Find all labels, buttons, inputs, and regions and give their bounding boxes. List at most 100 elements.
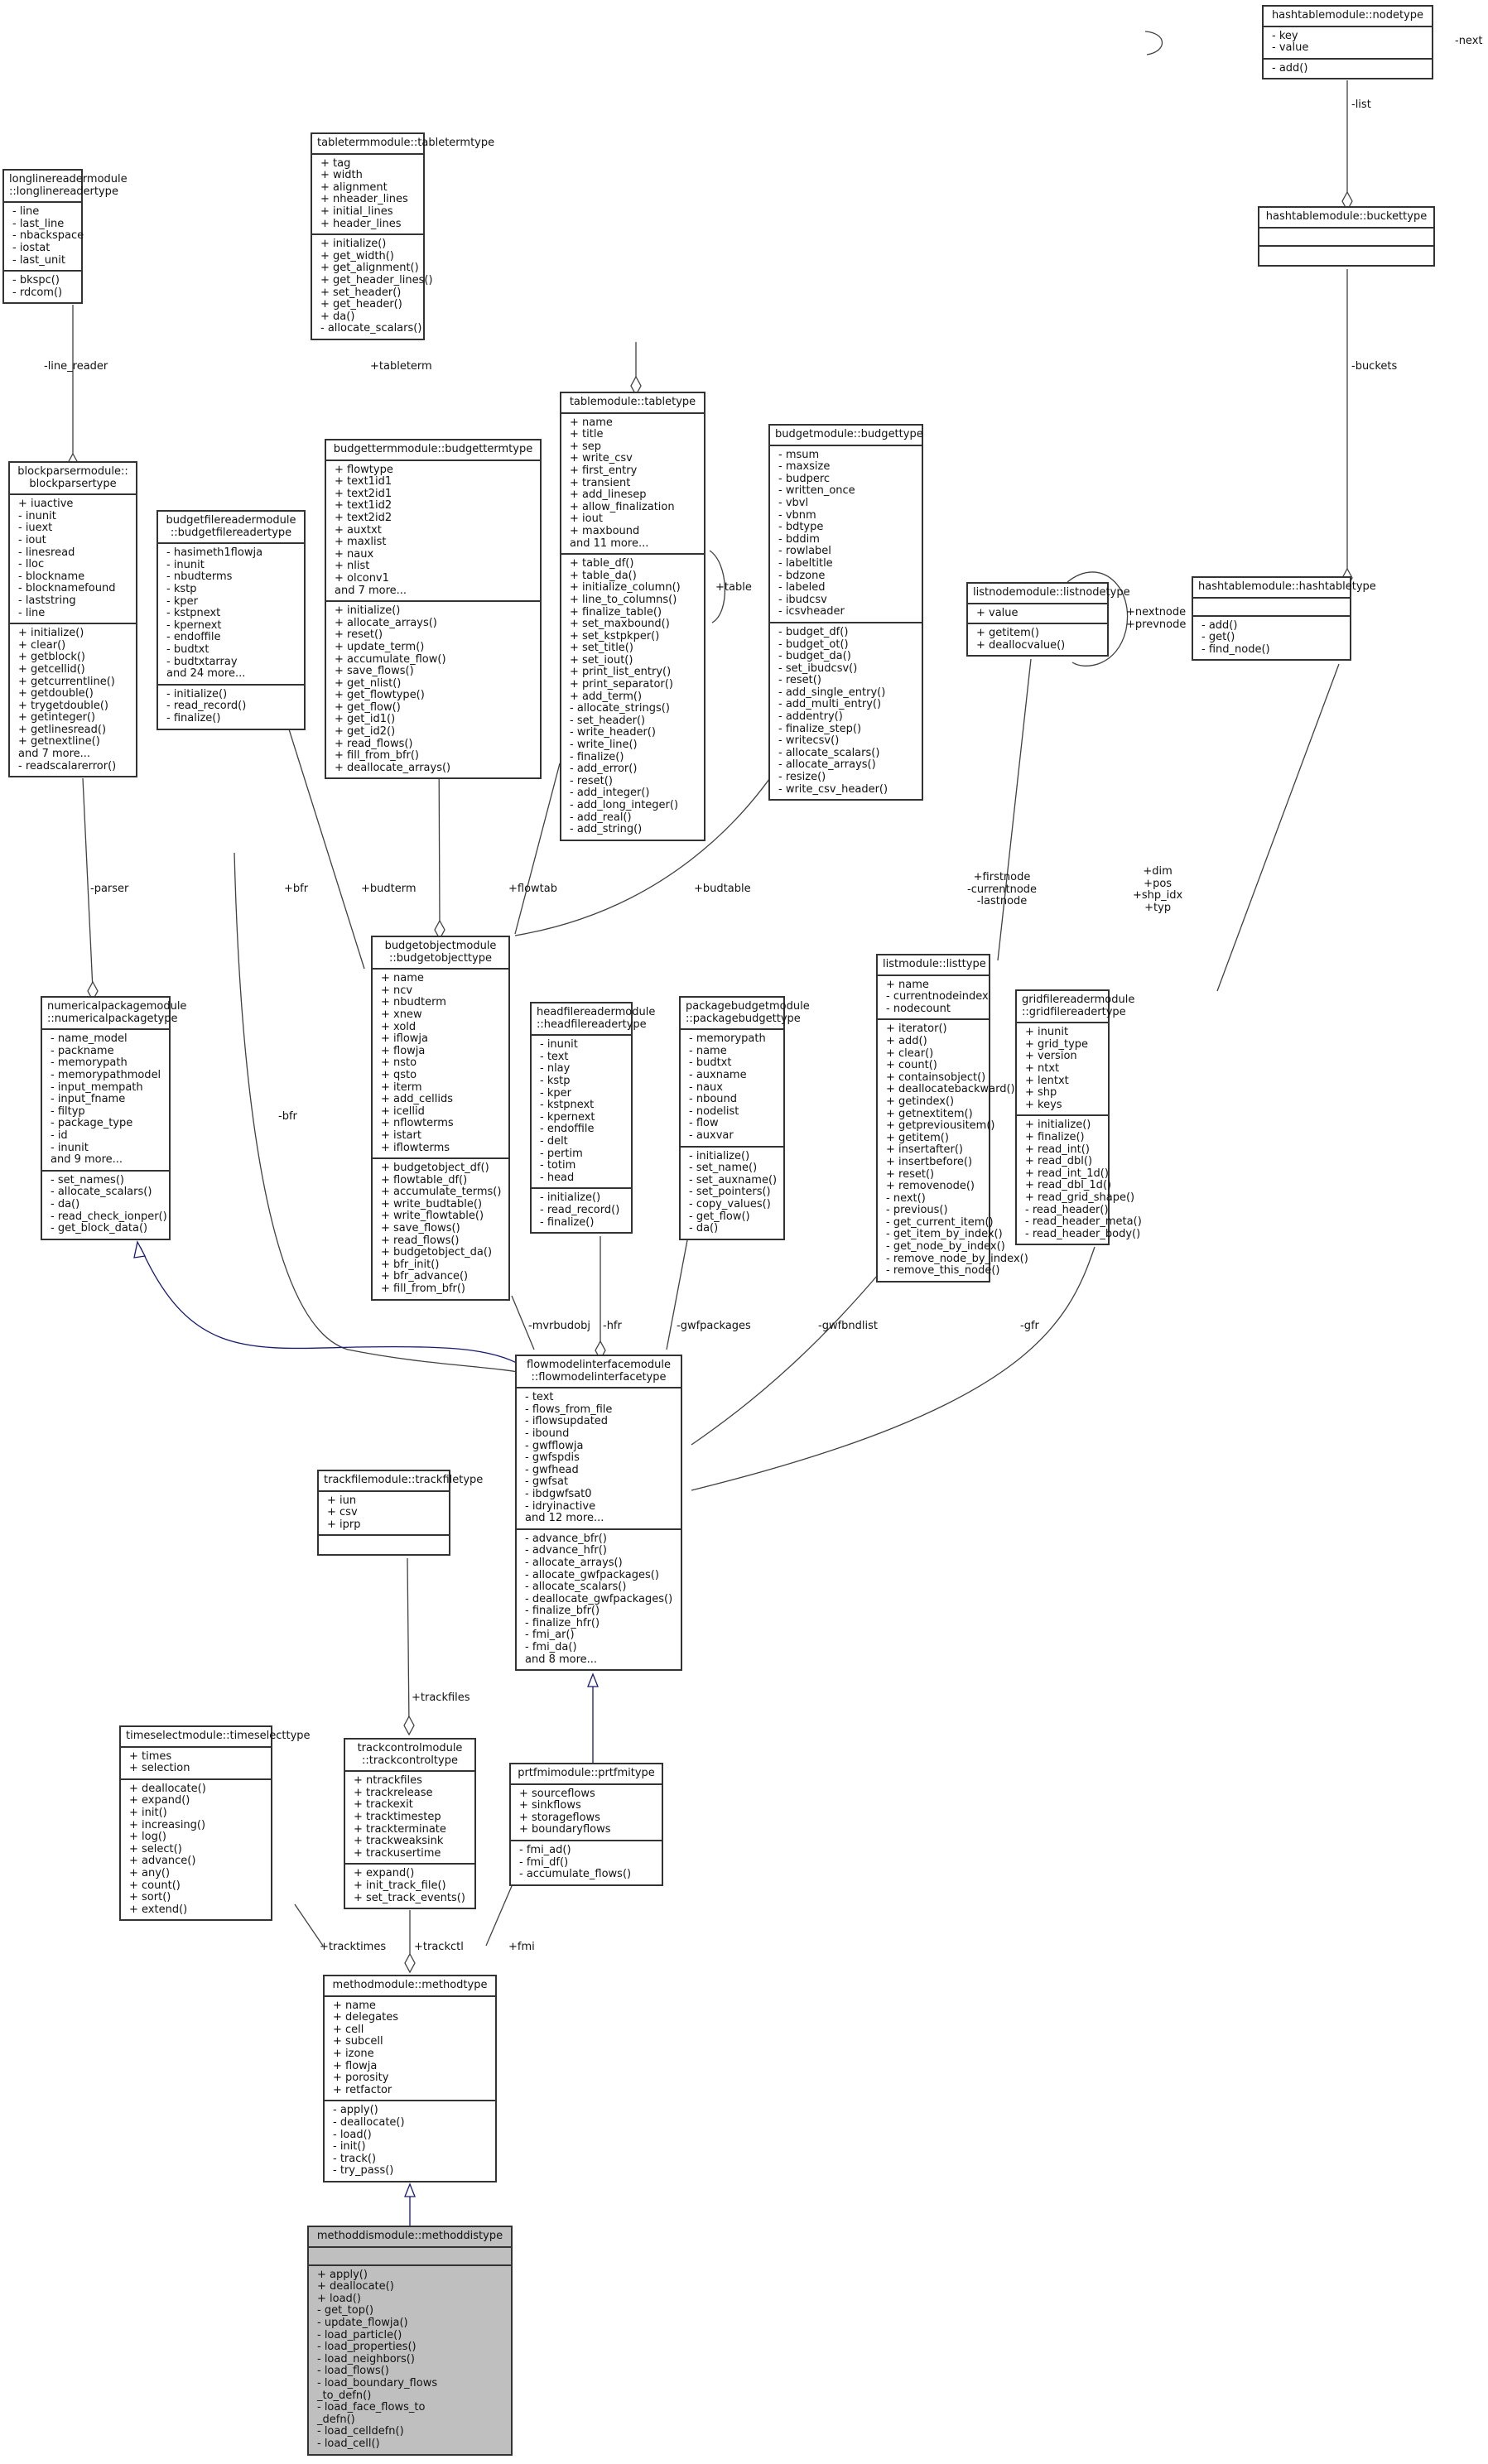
class-flowmodelinterfacetype[interactable]: flowmodelinterfacemodule ::flowmodelinte… <box>515 1355 682 1672</box>
class-attribute: + porosity <box>333 2072 389 2085</box>
class-method: - initialize() <box>166 687 228 700</box>
class-budgettype[interactable]: budgetmodule::budgettype - msum - maxsize -… <box>768 424 923 801</box>
class-attributes-section: - memorypath - name - budtxt - auxname - nau… <box>681 1030 783 1148</box>
class-attribute: + name <box>886 978 929 991</box>
class-attribute: + times <box>129 1749 172 1763</box>
class-numericalpackagetype[interactable]: numericalpackagemodule ::numericalpackag… <box>41 996 186 1240</box>
class-timeselecttype[interactable]: timeselectmodule::timeselecttype + times +… <box>119 1725 311 1922</box>
class-attribute: - filtyp <box>51 1104 85 1118</box>
class-tabletype[interactable]: tablemodule::tabletype + name + title + sep… <box>560 392 705 841</box>
class-method: - deallocate() <box>333 2115 405 2129</box>
edge-label-trackctl: +trackctl <box>414 1941 464 1953</box>
class-method: + deallocate() <box>317 2280 394 2293</box>
class-method: + initialize() <box>1025 1119 1091 1132</box>
class-method: + bfr_advance() <box>381 1270 469 1283</box>
class-method: - write_header() <box>570 726 656 739</box>
class-methodtype[interactable]: methodmodule::methodtype + name + delegate… <box>323 1975 497 2182</box>
class-method: + getitem() <box>976 627 1039 640</box>
class-method: + get_alignment() <box>320 262 419 275</box>
class-tabletermtype[interactable]: tabletermmodule::tabletermtype + tag + wid… <box>311 132 494 340</box>
class-method: - get() <box>1201 631 1235 644</box>
class-budgettermtype[interactable]: budgettermmodule::budgettermtype + flowty… <box>325 439 542 780</box>
class-attribute: - inunit <box>51 1141 89 1154</box>
class-trackfiletype[interactable]: trackfilemodule::trackfiletype + iun + csv… <box>317 1470 483 1557</box>
class-method: + accumulate_flow() <box>335 652 446 666</box>
class-longlinereadertype[interactable]: longlinereadermodule ::longlinereadertyp… <box>2 169 128 305</box>
class-attributes-section: - hasimeth1flowja - inunit - nbudterms - ks… <box>158 544 304 686</box>
class-prtfmitype[interactable]: prtfmimodule::prtfmitype + sourceflows + s… <box>509 1763 663 1886</box>
class-method: - budget_ot() <box>778 638 849 651</box>
class-method: - get_node_by_index() <box>886 1240 1005 1254</box>
class-method: - load_cell() <box>317 2437 380 2450</box>
class-attribute: - bdtype <box>778 521 824 534</box>
class-method: - read_record() <box>540 1203 620 1216</box>
class-buckettype[interactable]: hashtablemodule::buckettype <box>1258 206 1435 267</box>
class-method: + budgetobject_df() <box>381 1162 489 1175</box>
class-attribute: - endoffile <box>540 1123 595 1136</box>
class-method: + get_flow() <box>335 700 401 714</box>
class-method: - set_header() <box>570 714 646 727</box>
class-attributes-section: - inunit - text - nlay - kstp - kper - kstpne… <box>532 1036 631 1190</box>
class-attribute: + iprp <box>327 1518 361 1531</box>
class-blockparsertype[interactable]: blockparsermodule:: blockparsertype + iua… <box>8 461 137 778</box>
class-attribute: + nheader_lines <box>320 193 408 206</box>
class-method: + read_grid_shape() <box>1025 1191 1135 1204</box>
class-attribute: + istart <box>381 1129 421 1142</box>
class-budgetobjecttype[interactable]: budgetobjectmodule ::budgetobjecttype + n… <box>371 936 510 1301</box>
class-methods-section: + initialize() + finalize() + read_int() + … <box>1017 1116 1142 1244</box>
class-hashtabletype[interactable]: hashtablemodule::hashtabletype - add() - g… <box>1192 576 1376 662</box>
class-method: - update_flowja() <box>317 2316 408 2329</box>
class-method: + finalize() <box>1025 1130 1085 1143</box>
class-method: - allocate_scalars() <box>51 1186 152 1199</box>
class-headfilereadertype[interactable]: headfilereadermodule ::headfilereadertyp… <box>530 1002 655 1234</box>
class-method: + set_track_events() <box>354 1891 465 1904</box>
class-method: - read_header_meta() <box>1025 1215 1142 1229</box>
class-attributes-section: - key - value <box>1264 27 1432 60</box>
class-gridfilereadertype[interactable]: gridfilereadermodule ::gridfilereadertyp… <box>1015 989 1142 1246</box>
class-listtype[interactable]: listmodule::listtype + name - currentnodei… <box>876 954 1028 1283</box>
class-attribute: + auxtxt <box>335 523 382 537</box>
class-method: + table_da() <box>570 569 637 582</box>
class-method: + add() <box>886 1034 927 1047</box>
edge-gwfpackages <box>666 1239 688 1350</box>
class-attribute: - rowlabel <box>778 545 831 558</box>
class-attribute: - icsvheader <box>778 605 845 618</box>
class-method: and 7 more... <box>18 748 91 761</box>
class-attribute: + iout <box>570 513 603 526</box>
class-attributes-section: + iuactive - inunit - iuext - iout - linesre… <box>10 495 136 625</box>
class-attribute: + trackexit <box>354 1798 413 1812</box>
class-attribute: - kper <box>540 1086 571 1100</box>
class-methoddistype[interactable]: methoddismodule::methoddistype + apply() +… <box>307 2226 513 2456</box>
class-method: - add() <box>1201 618 1238 632</box>
class-method: - addentry() <box>778 710 843 724</box>
class-listnodetype[interactable]: listnodemodule::listnodetype + value + get… <box>966 582 1130 657</box>
class-method: - add_long_integer() <box>570 799 679 811</box>
class-attribute: + nflowterms <box>381 1117 454 1130</box>
class-attributes-section: + name + title + sep + write_csv + first_ent… <box>561 414 704 556</box>
edge-label-bfr-fmi: -bfr <box>278 1110 297 1123</box>
inheritance-arrow-numerical <box>133 1240 147 1258</box>
class-attribute: - gwfhead <box>525 1463 579 1476</box>
class-method: - finalize_step() <box>778 722 862 735</box>
class-method: + budgetobject_da() <box>381 1246 493 1259</box>
class-method: - previous() <box>886 1204 948 1217</box>
class-nodetype[interactable]: hashtablemodule::nodetype - key - value - a… <box>1262 5 1433 80</box>
class-attribute: + xold <box>381 1020 417 1033</box>
class-attribute: + value <box>976 606 1018 619</box>
class-method: - set_name() <box>689 1162 758 1175</box>
class-method: - set_auxname() <box>689 1173 778 1186</box>
class-trackcontroltype[interactable]: trackcontrolmodule ::trackcontroltype + n… <box>344 1738 476 1910</box>
class-attribute: - blockname <box>18 570 85 583</box>
class-title: gridfilereadermodule ::gridfilereadertyp… <box>1017 991 1134 1024</box>
class-method: - finalize() <box>570 750 624 763</box>
class-budgetfilereadertype[interactable]: budgetfilereadermodule ::budgetfilereade… <box>157 510 306 730</box>
class-attribute: - input_mempath <box>51 1080 143 1094</box>
class-method: + containsobject() <box>886 1071 986 1084</box>
class-title: timeselectmodule::timeselecttype <box>121 1727 311 1748</box>
class-method: - load_neighbors() <box>317 2352 415 2365</box>
class-packagebudgettype[interactable]: packagebudgetmodule ::packagebudgettype -… <box>679 996 810 1240</box>
class-method: and 8 more... <box>525 1653 598 1666</box>
class-attribute: - kstp <box>540 1074 571 1087</box>
class-method: - write_csv_header() <box>778 782 888 796</box>
class-attribute: - value <box>1272 41 1309 55</box>
